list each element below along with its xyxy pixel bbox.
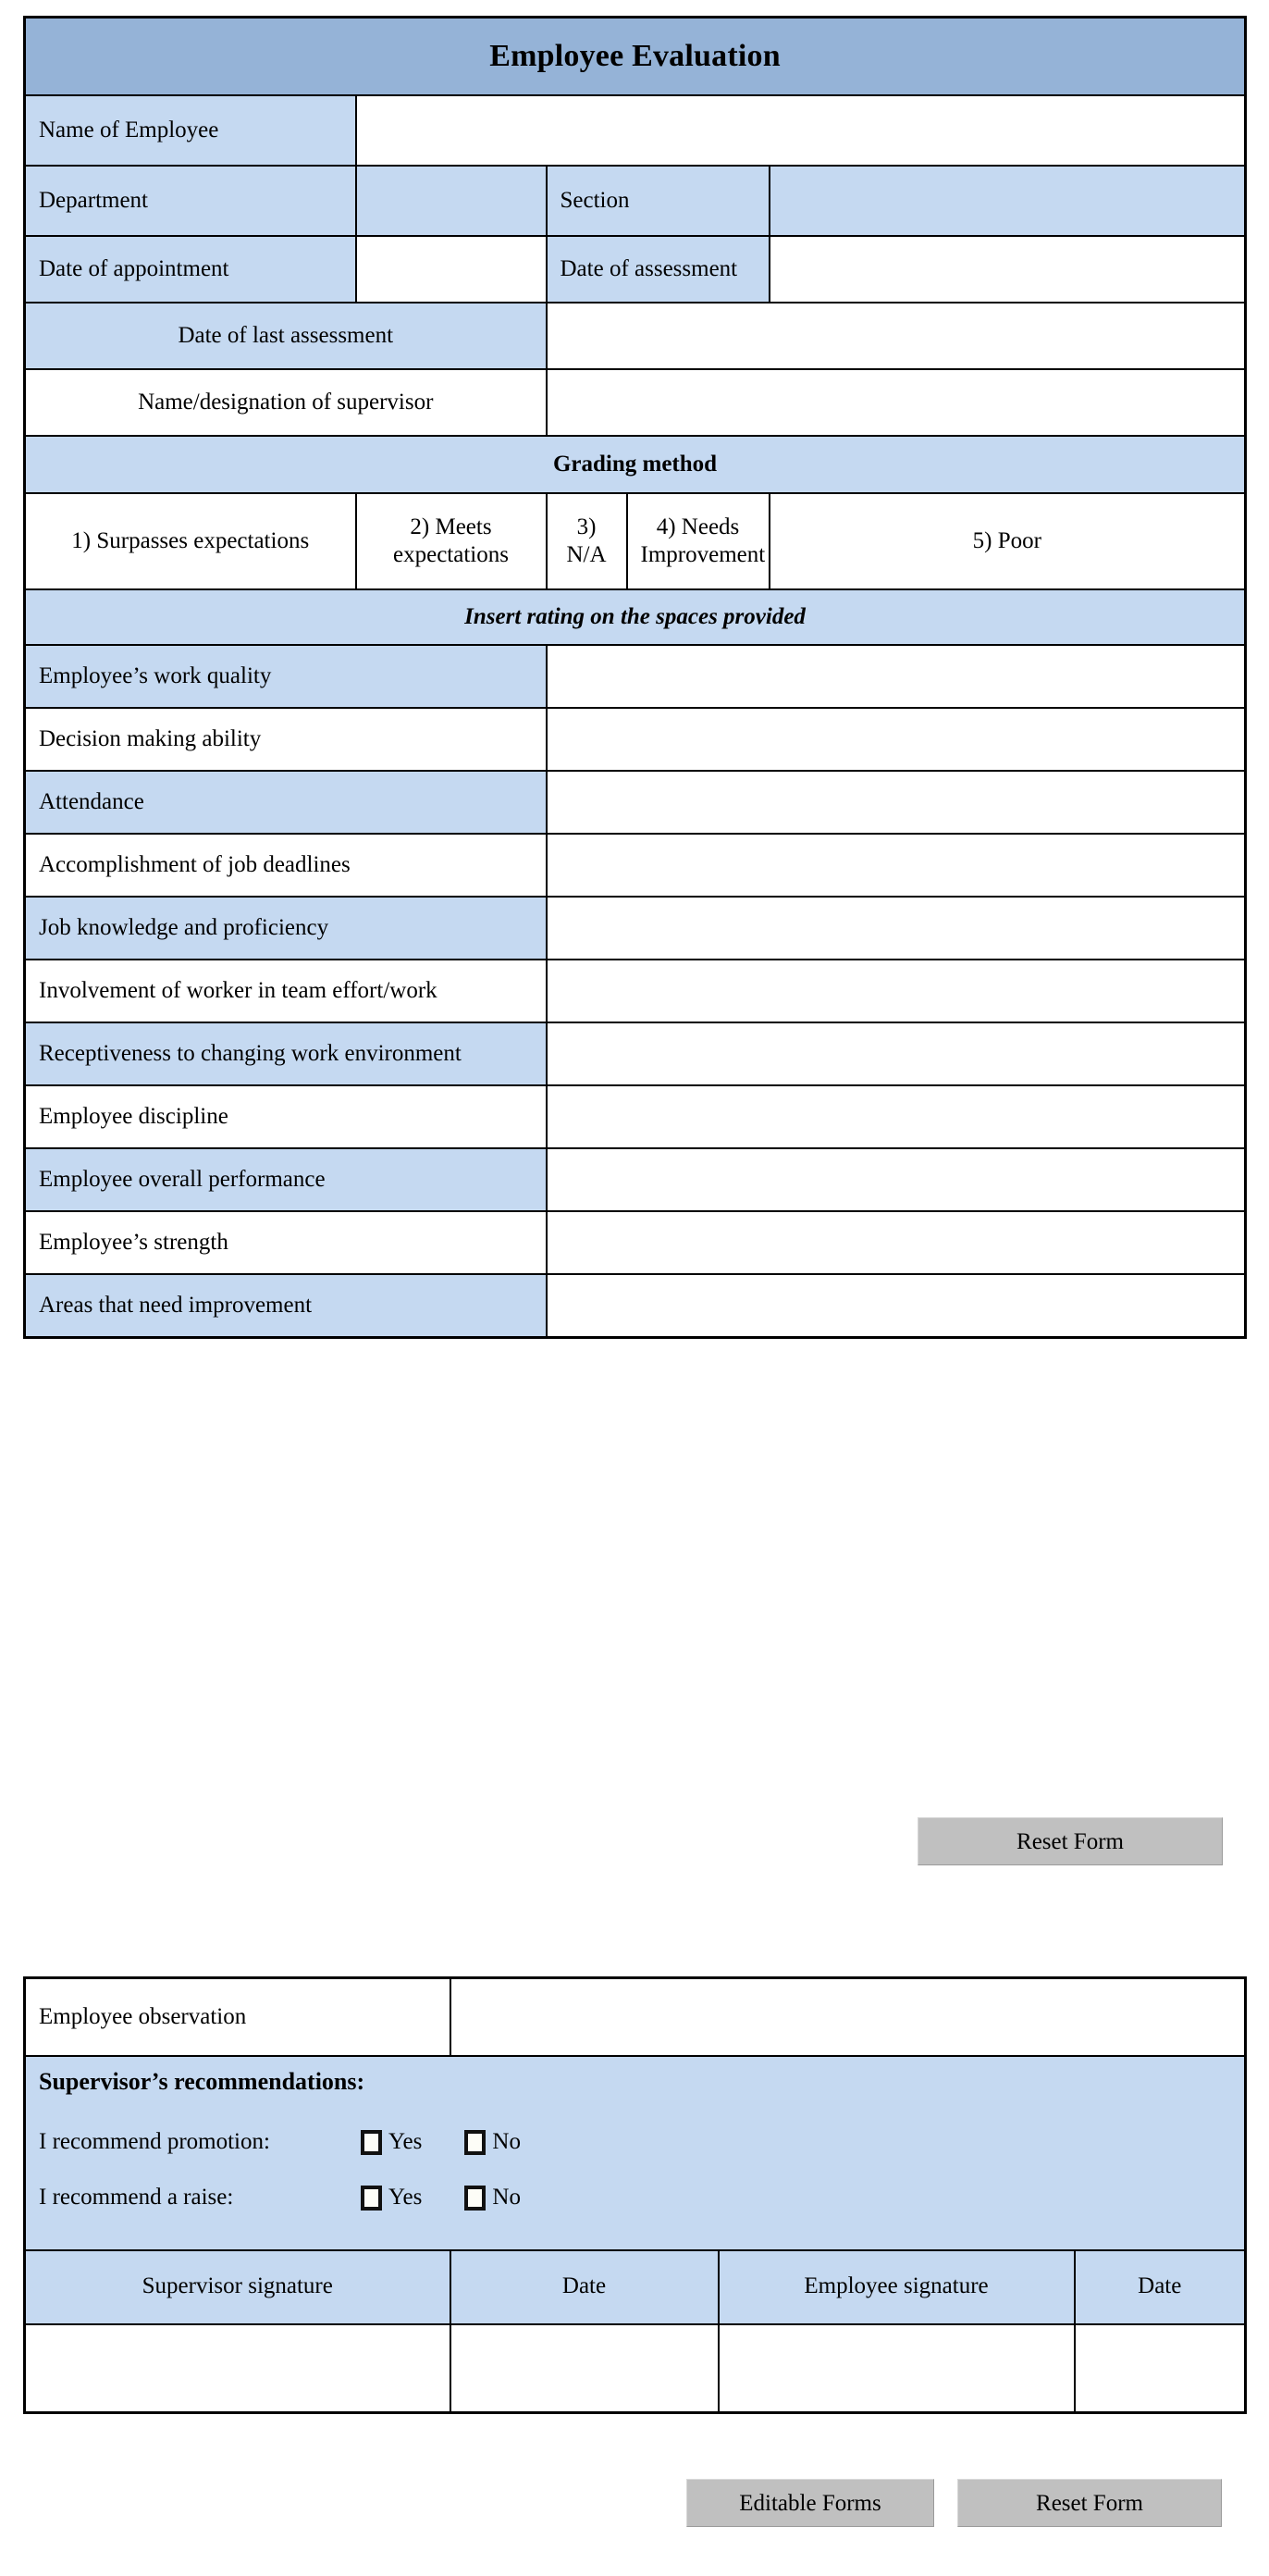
table-row: Involvement of worker in team effort/wor… <box>23 959 1247 1023</box>
field-date-of-assessment[interactable] <box>768 235 1247 303</box>
supervisor-recommendations-cell: Supervisor’s recommendations: I recommen… <box>23 2054 1247 2251</box>
field-date-of-appointment[interactable] <box>354 235 548 303</box>
criterion-label: Accomplishment of job deadlines <box>23 833 548 898</box>
criterion-rating-field[interactable] <box>545 896 1247 960</box>
label-name-of-employee: Name of Employee <box>23 94 357 167</box>
checkbox-promotion-no[interactable] <box>464 2129 487 2155</box>
page-title: Employee Evaluation <box>23 16 1247 96</box>
label-recommend-promotion: I recommend promotion: <box>39 2128 270 2154</box>
table-row: Accomplishment of job deadlines <box>23 833 1247 898</box>
row-insert-instruction: Insert rating on the spaces provided <box>23 588 1247 646</box>
header-supervisor-signature: Supervisor signature <box>23 2248 451 2325</box>
recommendation-promotion-row: I recommend promotion: Yes No <box>39 2128 1231 2157</box>
reset-form-button-bottom[interactable]: Reset Form <box>957 2479 1222 2527</box>
field-date-of-last-assessment[interactable] <box>545 302 1247 370</box>
table-row: Employee overall performance <box>23 1147 1247 1212</box>
row-department-section: Department Section <box>23 165 1247 237</box>
grading-method-heading: Grading method <box>23 435 1247 494</box>
table-row: Employee’s strength <box>23 1210 1247 1275</box>
criterion-rating-field[interactable] <box>545 644 1247 709</box>
row-grading-options: 1) Surpasses expectations 2) Meets expec… <box>23 492 1247 590</box>
label-department: Department <box>23 165 357 237</box>
table-row: Receptiveness to changing work environme… <box>23 1022 1247 1086</box>
row-signature-headers: Supervisor signature Date Employee signa… <box>23 2248 1247 2325</box>
grading-option-3: 3) N/A <box>545 492 628 590</box>
criterion-label: Employee discipline <box>23 1084 548 1149</box>
criterion-rating-field[interactable] <box>545 1147 1247 1212</box>
field-name-designation-of-supervisor[interactable] <box>545 368 1247 437</box>
supervisor-recommendations-heading: Supervisor’s recommendations: <box>39 2068 365 2096</box>
row-date-of-last-assessment: Date of last assessment <box>23 302 1247 370</box>
evaluation-form-page: Employee Evaluation Name of Employee Dep… <box>0 0 1269 2576</box>
criterion-label: Employee overall performance <box>23 1147 548 1212</box>
field-section[interactable] <box>768 165 1247 237</box>
field-employee-date[interactable] <box>1073 2322 1247 2414</box>
criterion-rating-field[interactable] <box>545 1022 1247 1086</box>
criterion-rating-field[interactable] <box>545 707 1247 772</box>
criterion-rating-field[interactable] <box>545 770 1247 835</box>
row-employee-observation: Employee observation <box>23 1976 1247 2057</box>
label-recommend-raise: I recommend a raise: <box>39 2185 234 2211</box>
criterion-rating-field[interactable] <box>545 1084 1247 1149</box>
row-supervisor-recommendations: Supervisor’s recommendations: I recommen… <box>23 2054 1247 2251</box>
grading-option-5: 5) Poor <box>768 492 1247 590</box>
row-name-of-employee: Name of Employee <box>23 94 1247 167</box>
label-name-designation-of-supervisor: Name/designation of supervisor <box>23 368 548 437</box>
table-row: Employee discipline <box>23 1084 1247 1149</box>
recommendation-raise-row: I recommend a raise: Yes No <box>39 2184 1231 2212</box>
header-supervisor-date: Date <box>449 2248 720 2325</box>
row-supervisor-name: Name/designation of supervisor <box>23 368 1247 437</box>
criterion-label: Employee’s strength <box>23 1210 548 1275</box>
row-signature-fields <box>23 2322 1247 2414</box>
criterion-rating-field[interactable] <box>545 959 1247 1023</box>
criterion-label: Involvement of worker in team effort/wor… <box>23 959 548 1023</box>
row-dates: Date of appointment Date of assessment <box>23 235 1247 303</box>
field-name-of-employee[interactable] <box>354 94 1247 167</box>
label-date-of-last-assessment: Date of last assessment <box>23 302 548 370</box>
label-section: Section <box>545 165 770 237</box>
label-date-of-assessment: Date of assessment <box>545 235 770 303</box>
checkbox-raise-yes[interactable] <box>361 2186 382 2211</box>
grading-option-1: 1) Surpasses expectations <box>23 492 357 590</box>
header-employee-signature: Employee signature <box>717 2248 1076 2325</box>
field-employee-signature[interactable] <box>717 2322 1076 2414</box>
table-row: Employee’s work quality <box>23 644 1247 709</box>
table-row: Attendance <box>23 770 1247 835</box>
criterion-rating-field[interactable] <box>545 1210 1247 1275</box>
checkbox-raise-no[interactable] <box>464 2186 487 2211</box>
criterion-label: Attendance <box>23 770 548 835</box>
criterion-label: Receptiveness to changing work environme… <box>23 1022 548 1086</box>
criterion-label: Areas that need improvement <box>23 1273 548 1338</box>
criterion-rating-field[interactable] <box>545 1273 1247 1338</box>
label-date-of-appointment: Date of appointment <box>23 235 357 303</box>
table-row: Job knowledge and proficiency <box>23 896 1247 960</box>
criterion-label: Job knowledge and proficiency <box>23 896 548 960</box>
table-row: Decision making ability <box>23 707 1247 772</box>
grading-option-2: 2) Meets expectations <box>354 492 548 590</box>
supervisor-section-table: Employee observation Supervisor’s recomm… <box>23 1976 1248 2414</box>
criterion-rating-field[interactable] <box>545 833 1247 898</box>
label-employee-observation: Employee observation <box>23 1976 451 2057</box>
field-department[interactable] <box>354 165 548 237</box>
label-raise-no: No <box>492 2185 521 2211</box>
field-supervisor-signature[interactable] <box>23 2322 451 2414</box>
grading-option-4: 4) Needs Improvement <box>625 492 770 590</box>
reset-form-button-top[interactable]: Reset Form <box>918 1817 1223 1865</box>
editable-forms-button[interactable]: Editable Forms <box>686 2479 934 2527</box>
criterion-label: Employee’s work quality <box>23 644 548 709</box>
title-row: Employee Evaluation <box>23 16 1247 96</box>
table-row: Areas that need improvement <box>23 1273 1247 1338</box>
checkbox-promotion-yes[interactable] <box>361 2129 382 2155</box>
row-grading-heading: Grading method <box>23 435 1247 494</box>
label-promotion-yes: Yes <box>388 2128 423 2154</box>
rating-instruction: Insert rating on the spaces provided <box>23 588 1247 646</box>
employee-evaluation-table: Employee Evaluation Name of Employee Dep… <box>23 16 1248 1339</box>
criterion-label: Decision making ability <box>23 707 548 772</box>
field-employee-observation[interactable] <box>449 1976 1247 2057</box>
field-supervisor-date[interactable] <box>449 2322 720 2414</box>
label-promotion-no: No <box>492 2128 521 2154</box>
header-employee-date: Date <box>1073 2248 1247 2325</box>
label-raise-yes: Yes <box>388 2185 423 2211</box>
